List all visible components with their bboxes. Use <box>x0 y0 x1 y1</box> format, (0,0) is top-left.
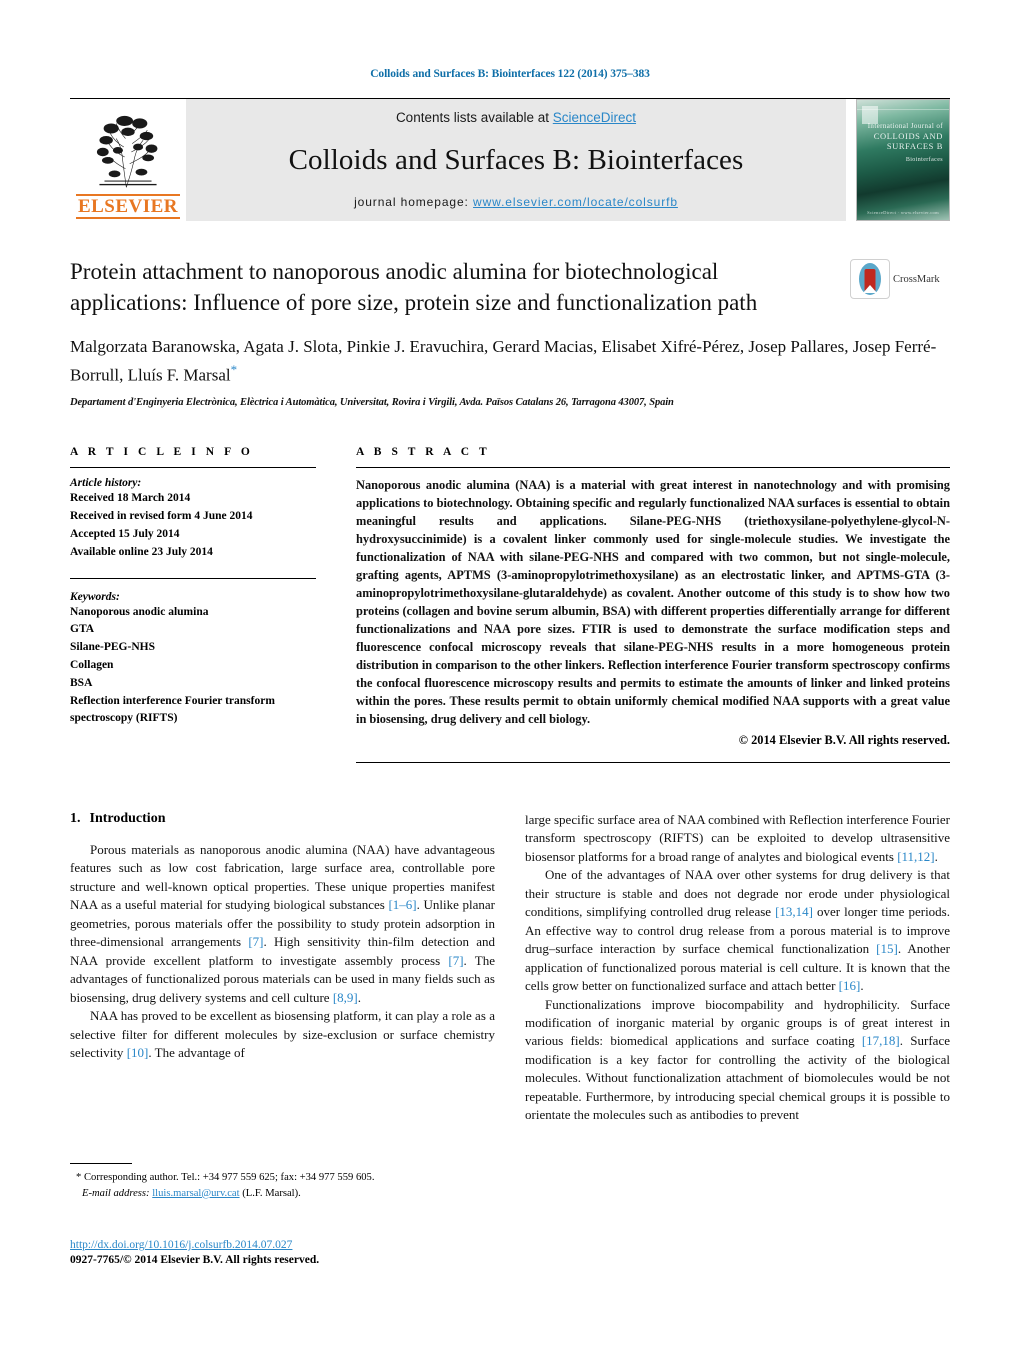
title-zone: Protein attachment to nanoporous anodic … <box>70 257 950 319</box>
article-info-divider <box>70 467 316 469</box>
contents-prefix: Contents lists available at <box>395 110 553 125</box>
journal-homepage-link[interactable]: www.elsevier.com/locate/colsurfb <box>473 195 678 209</box>
cover-title-line1: International Journal of <box>867 122 943 130</box>
body-column-right: large specific surface area of NAA combi… <box>525 811 950 1201</box>
keywords-block: Keywords: Nanoporous anodic alumina GTA … <box>70 591 316 729</box>
footnote-corresponding-text: Corresponding author. Tel.: +34 977 559 … <box>83 1172 375 1184</box>
citation-ref[interactable]: [7] <box>448 953 463 968</box>
abstract-body: Nanoporous anodic alumina (NAA) is a mat… <box>356 478 950 727</box>
article-info-heading: A R T I C L E I N F O <box>70 446 254 459</box>
citation-ref[interactable]: [1–6] <box>388 897 416 912</box>
keyword-item: Reflection interference Fourier transfor… <box>70 694 275 725</box>
footnote-email-line: E-mail address: lluis.marsal@urv.cat (L.… <box>70 1186 495 1201</box>
history-item: Received 18 March 2014 <box>70 492 191 505</box>
keywords-list: Nanoporous anodic alumina GTA Silane-PEG… <box>70 604 316 729</box>
page-title: Protein attachment to nanoporous anodic … <box>70 259 758 315</box>
keyword-item: BSA <box>70 676 93 689</box>
cover-footer-text: ScienceDirect · www.elsevier.com <box>867 210 939 215</box>
journal-banner-center: Contents lists available at ScienceDirec… <box>186 99 846 221</box>
body-column-left: 1. Introduction Porous materials as nanop… <box>70 811 495 1201</box>
keywords-label: Keywords: <box>70 590 120 603</box>
cover-title-text: International Journal of COLLOIDS AND SU… <box>857 122 943 165</box>
citation-ref[interactable]: [16] <box>839 978 861 993</box>
keyword-item: Silane-PEG-NHS <box>70 641 155 654</box>
elsevier-wordmark: ELSEVIER <box>75 193 181 219</box>
citation-ref[interactable]: [7] <box>248 934 263 949</box>
corresponding-author-marker: * <box>230 361 238 377</box>
journal-homepage-line: journal homepage: www.elsevier.com/locat… <box>354 195 678 209</box>
paragraph: One of the advantages of NAA over other … <box>525 867 950 994</box>
paragraph: large specific surface area of NAA combi… <box>525 812 950 864</box>
abstract-divider <box>356 467 950 469</box>
footnote-email-label: E-mail address: <box>82 1187 150 1199</box>
paragraph: Functionalizations improve biocompabilit… <box>525 996 950 1123</box>
homepage-prefix: journal homepage: <box>354 195 474 209</box>
section-title: Introduction <box>89 811 166 827</box>
title-text-wrapper: Protein attachment to nanoporous anodic … <box>70 257 850 319</box>
article-history-label: Article history: <box>70 477 142 490</box>
issn-copyright-line: 0927-7765/© 2014 Elsevier B.V. All right… <box>70 1254 320 1267</box>
abstract-column: A B S T R A C T Nanoporous anodic alumin… <box>356 446 950 764</box>
footnote-corresponding: * Corresponding author. Tel.: +34 977 55… <box>70 1170 495 1185</box>
footnote-block: * Corresponding author. Tel.: +34 977 55… <box>70 1163 495 1201</box>
keyword-item: Collagen <box>70 658 114 671</box>
cover-title-line3: SURFACES B <box>886 141 943 152</box>
keyword-item: GTA <box>70 623 95 636</box>
sciencedirect-link[interactable]: ScienceDirect <box>553 110 636 125</box>
footnote-marker: * <box>76 1172 82 1184</box>
crossmark-icon <box>850 259 890 299</box>
history-item: Accepted 15 July 2014 <box>70 527 180 540</box>
paragraph: Porous materials as nanoporous anodic al… <box>70 842 495 1005</box>
info-abstract-row: A R T I C L E I N F O Article history: R… <box>70 446 950 764</box>
elsevier-tree-icon <box>96 115 158 188</box>
abstract-bottom-divider <box>356 762 950 764</box>
section-number: 1. <box>70 811 81 827</box>
citation-ref[interactable]: [15] <box>876 941 898 956</box>
abstract-heading: A B S T R A C T <box>356 446 491 459</box>
journal-banner: ELSEVIER Contents lists available at Sci… <box>70 99 950 221</box>
footnote-email-link[interactable]: lluis.marsal@urv.cat <box>152 1188 239 1199</box>
citation-ref[interactable]: [10] <box>127 1045 149 1060</box>
section-heading-introduction: 1. Introduction <box>70 811 495 827</box>
keyword-item: Nanoporous anodic alumina <box>70 605 209 618</box>
doi-link[interactable]: http://dx.doi.org/10.1016/j.colsurfb.201… <box>70 1239 292 1251</box>
crossmark-label: CrossMark <box>893 273 940 285</box>
article-info-column: A R T I C L E I N F O Article history: R… <box>70 446 316 763</box>
running-head: Colloids and Surfaces B: Biointerfaces 1… <box>370 68 650 80</box>
crossmark-triangle-shape <box>863 285 877 293</box>
article-history-list: Received 18 March 2014 Received in revis… <box>70 490 316 561</box>
citation-ref[interactable]: [11,12] <box>897 849 934 864</box>
footnote-rule <box>70 1163 132 1165</box>
history-item: Available online 23 July 2014 <box>70 545 213 558</box>
journal-title: Colloids and Surfaces B: Biointerfaces <box>288 143 744 176</box>
paper-page: Colloids and Surfaces B: Biointerfaces 1… <box>0 0 1020 1351</box>
contents-line: Contents lists available at ScienceDirec… <box>396 110 636 125</box>
body-columns: 1. Introduction Porous materials as nanop… <box>70 811 950 1201</box>
author-list: Malgorzata Baranowska, Agata J. Slota, P… <box>70 335 950 389</box>
cover-title-line2: COLLOIDS AND <box>873 130 943 141</box>
paragraph: NAA has proved to be excellent as biosen… <box>70 1008 495 1061</box>
citation-ref[interactable]: [13,14] <box>775 904 813 919</box>
cover-band <box>857 109 949 110</box>
bottom-metadata: http://dx.doi.org/10.1016/j.colsurfb.201… <box>70 1238 319 1269</box>
abstract-copyright: © 2014 Elsevier B.V. All rights reserved… <box>738 733 950 748</box>
citation-ref[interactable]: [8,9] <box>333 990 358 1005</box>
crossmark-badge[interactable]: CrossMark <box>850 257 950 299</box>
keywords-divider <box>70 577 316 579</box>
footnote-email-owner: (L.F. Marsal). <box>242 1187 301 1199</box>
journal-cover-thumbnail: International Journal of COLLOIDS AND SU… <box>856 99 950 221</box>
affiliation: Departament d'Enginyeria Electrònica, El… <box>70 397 674 409</box>
citation-ref[interactable]: [17,18] <box>862 1033 900 1048</box>
cover-subtitle: Biointerfaces <box>905 157 943 163</box>
elsevier-logo: ELSEVIER <box>70 99 186 221</box>
author-names: Malgorzata Baranowska, Agata J. Slota, P… <box>70 336 937 385</box>
history-item: Received in revised form 4 June 2014 <box>70 510 253 523</box>
